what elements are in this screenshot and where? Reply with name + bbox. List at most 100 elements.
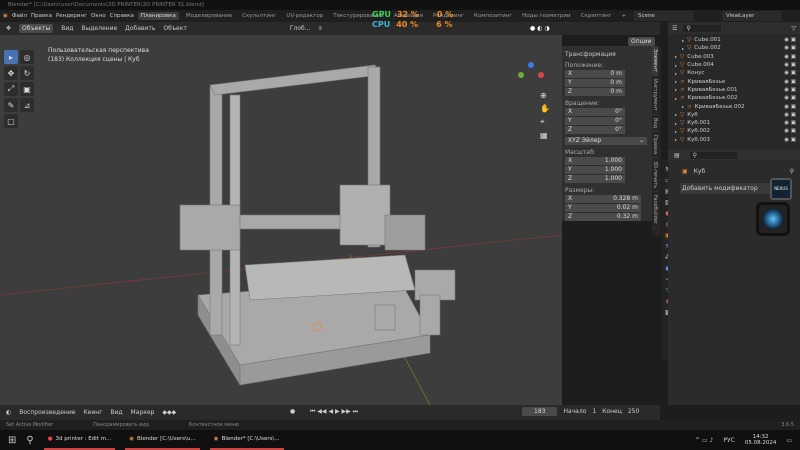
viewlayer-selector[interactable]: ViewLayer [722, 11, 782, 21]
expand-icon[interactable]: ▸ [675, 63, 677, 68]
visibility-eye-icon[interactable]: ◉ ▣ [784, 62, 796, 68]
tab-layout[interactable]: Планировка [137, 12, 179, 20]
outliner-item[interactable]: ▸ ▽ Cube.002 ◉ ▣ [668, 44, 800, 52]
keyframe-icons[interactable]: ◆◆◆ [162, 409, 176, 416]
orientation-selector[interactable]: Глоб... [290, 25, 311, 32]
editor-type-icon[interactable]: ▤ [674, 152, 680, 159]
outliner-item[interactable]: ▸ ⊃ КриваяБезье.002 ◉ ▣ [668, 94, 800, 102]
tray-icons[interactable]: ^ ▭ ♪ [695, 437, 713, 444]
tab-scripting[interactable]: Скриптинг [578, 12, 615, 20]
pan-hand-icon[interactable]: ✋ [540, 104, 550, 113]
menu-edit[interactable]: Правка [31, 13, 52, 19]
outliner-item[interactable]: ▸ ⊃ КриваяБезье ◉ ▣ [668, 77, 800, 85]
language-indicator[interactable]: РУС [723, 437, 734, 444]
camera-widget[interactable]: NEXUS [756, 178, 796, 248]
camera-view-icon[interactable]: ⌖ [540, 117, 550, 127]
dimension-y[interactable]: Y 0.02 m [565, 204, 641, 212]
taskbar-blender-1[interactable]: ◉ Blender [C:\Users\u... [125, 430, 200, 450]
menu-view[interactable]: Вид [61, 25, 73, 32]
outliner-item[interactable]: ▸ ▽ Cube.003 ◉ ▣ [668, 53, 800, 61]
visibility-eye-icon[interactable]: ◉ ▣ [784, 137, 796, 143]
gizmo-x[interactable] [538, 72, 544, 78]
clock[interactable]: 14:32 05.08.2024 [745, 434, 777, 446]
tab-view[interactable]: Вид [652, 115, 658, 132]
visibility-eye-icon[interactable]: ◉ ▣ [784, 87, 796, 93]
move-tool-icon[interactable]: ✥ [4, 66, 18, 80]
current-frame-field[interactable]: 183 [522, 407, 558, 416]
pin-icon[interactable]: ⚲ [790, 168, 794, 175]
menu-view[interactable]: Вид [110, 409, 122, 416]
dimension-x[interactable]: X 0.328 m [565, 195, 641, 203]
menu-playback[interactable]: Воспроизведение [19, 409, 75, 416]
menu-select[interactable]: Выделение [81, 25, 117, 32]
scale-x[interactable]: X 1.000 [565, 157, 625, 165]
rotation-z[interactable]: Z 0° [565, 126, 625, 134]
props-search-icon[interactable]: ⚲ [689, 151, 738, 159]
outliner-item[interactable]: ▸ ▽ Cube.001 ◉ ▣ [668, 36, 800, 44]
menu-help[interactable]: Справка [110, 13, 134, 19]
windows-start-icon[interactable]: ⊞ [8, 435, 16, 446]
annotate-tool-icon[interactable]: ✎ [4, 98, 18, 112]
scale-y[interactable]: Y 1.000 [565, 166, 625, 174]
shading-solid-icon[interactable]: ● ◐ ◑ [530, 25, 550, 32]
outliner-item[interactable]: ▸ ▽ Конус ◉ ▣ [668, 69, 800, 77]
visibility-eye-icon[interactable]: ◉ ▣ [784, 37, 796, 43]
rotate-tool-icon[interactable]: ↻ [20, 66, 34, 80]
scale-tool-icon[interactable]: ⤢ [4, 82, 18, 96]
navigation-gizmo[interactable] [516, 62, 546, 92]
options-button[interactable]: Опции [628, 37, 655, 46]
tab-modeling[interactable]: Моделирование [183, 12, 235, 20]
playback-controls[interactable]: ⏮ ◀◀ ◀ ▶ ▶▶ ⏭ [310, 408, 358, 416]
expand-icon[interactable]: ▸ [675, 129, 677, 134]
record-button[interactable]: ● [290, 408, 295, 415]
outliner-item[interactable]: ▸ ▽ Cube.004 ◉ ▣ [668, 61, 800, 69]
tab-compositing[interactable]: Композитинг [471, 12, 515, 20]
add-cube-tool-icon[interactable]: ▢ [4, 114, 18, 128]
filter-icon[interactable]: ▽ [791, 25, 796, 32]
menu-add[interactable]: Добавить [125, 25, 155, 32]
end-frame-field[interactable]: 250 [628, 408, 639, 415]
menu-window[interactable]: Окно [91, 13, 106, 19]
visibility-eye-icon[interactable]: ◉ ▣ [784, 112, 796, 118]
gizmo-z[interactable] [528, 62, 534, 68]
dimension-z[interactable]: Z 0.32 m [565, 213, 641, 221]
expand-icon[interactable]: ▸ [675, 121, 677, 126]
add-workspace-button[interactable]: + [619, 12, 630, 20]
outliner-item[interactable]: ▸ ⊃ КриваяБезье.001 ◉ ▣ [668, 86, 800, 94]
expand-icon[interactable]: ▸ [682, 46, 684, 51]
gizmo-y[interactable] [518, 72, 524, 78]
transform-tool-icon[interactable]: ▣ [20, 82, 34, 96]
visibility-eye-icon[interactable]: ◉ ▣ [784, 54, 796, 60]
start-frame-field[interactable]: 1 [592, 408, 596, 415]
3d-viewport[interactable]: Пользовательская перспектива (183) Колле… [0, 35, 562, 405]
expand-icon[interactable]: ▸ [682, 38, 684, 43]
tab-3d-print[interactable]: 3D-печать [652, 158, 658, 192]
scene-selector[interactable]: Scene [634, 11, 694, 21]
tab-sculpting[interactable]: Скульптинг [239, 12, 279, 20]
visibility-eye-icon[interactable]: ◉ ▣ [784, 95, 796, 101]
rotation-y[interactable]: Y 0° [565, 117, 625, 125]
taskbar-chrome[interactable]: ● 3d printer : Edit m... [43, 430, 116, 450]
expand-icon[interactable]: ▸ [675, 137, 677, 142]
expand-icon[interactable]: ▸ [675, 96, 677, 101]
expand-icon[interactable]: ▸ [675, 54, 677, 59]
expand-icon[interactable]: ▸ [675, 112, 677, 117]
visibility-eye-icon[interactable]: ◉ ▣ [784, 79, 796, 85]
tab-geometry-nodes[interactable]: Ноды геометрии [519, 12, 573, 20]
outliner[interactable]: ☰ ⚲ ▽ ▸ ▽ Cube.001 ◉ ▣ ▸ ▽ Cube.002 ◉ ▣ ▸ ▽ Cube.0… [668, 22, 800, 150]
printer-model[interactable] [0, 35, 562, 405]
outliner-item[interactable]: ▸ ▽ Куб.003 ◉ ▣ [668, 136, 800, 144]
menu-marker[interactable]: Маркер [131, 409, 155, 416]
visibility-eye-icon[interactable]: ◉ ▣ [784, 128, 796, 134]
menu-object[interactable]: Объект [163, 25, 186, 32]
menu-keying[interactable]: Кеинг [83, 409, 102, 416]
search-icon[interactable]: ⚲ [683, 24, 721, 32]
menu-render[interactable]: Рендеринг [56, 13, 87, 19]
tab-edit[interactable]: Правка [652, 132, 658, 158]
cursor-tool-icon[interactable]: ◎ [20, 50, 34, 64]
outliner-item[interactable]: ▸ ▽ Куб.001 ◉ ▣ [668, 119, 800, 127]
scale-z[interactable]: Z 1.000 [565, 175, 625, 183]
expand-icon[interactable]: ▸ [675, 79, 677, 84]
transform-header[interactable]: Трансформация [565, 51, 649, 58]
blender-logo-icon[interactable]: ◉ [3, 13, 8, 19]
